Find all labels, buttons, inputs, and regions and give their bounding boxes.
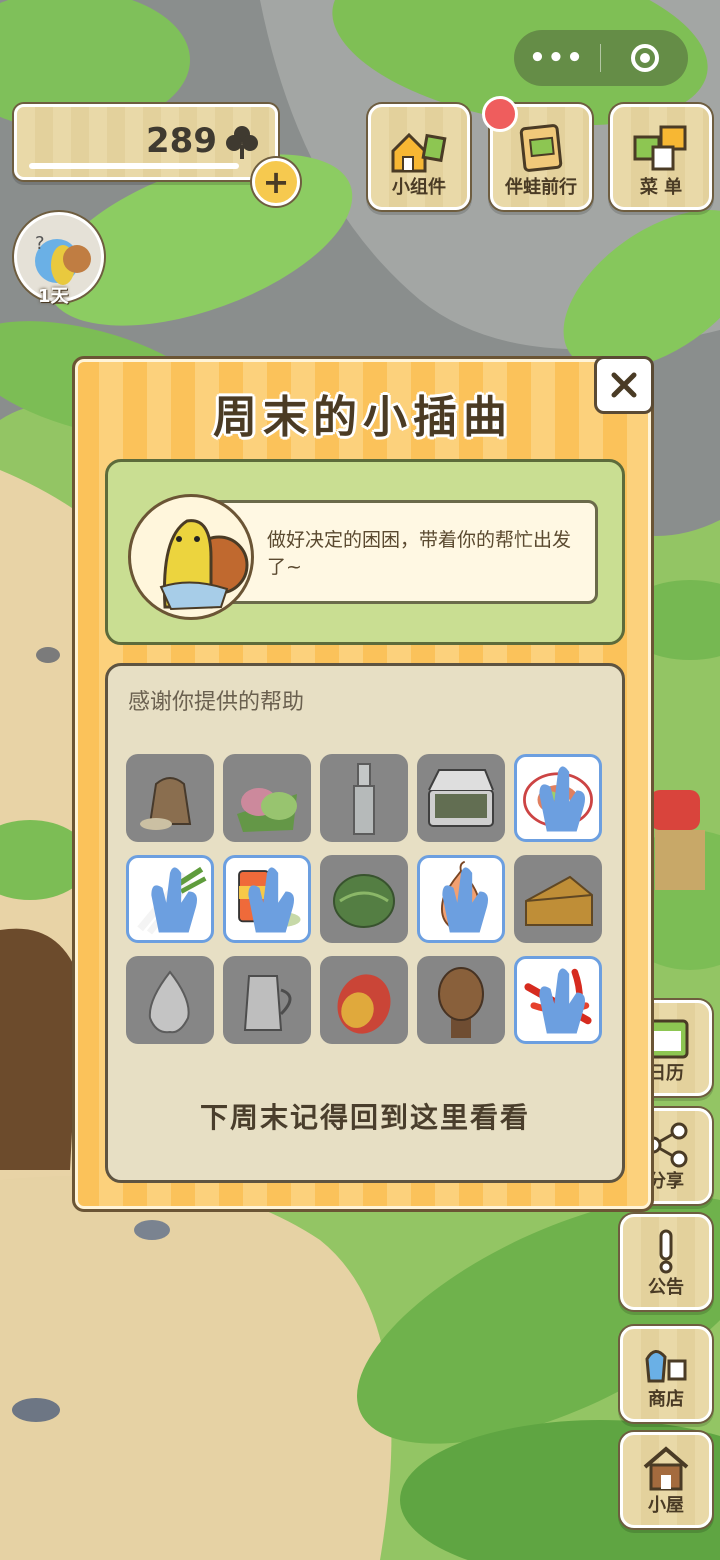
item-slot-mango — [320, 956, 408, 1044]
tap-hand-icon — [539, 766, 586, 832]
close-dialog-button[interactable] — [594, 356, 654, 414]
rice-sack-icon — [140, 777, 192, 830]
add-clover-button[interactable]: + — [252, 158, 300, 206]
item-slot-cabbage — [320, 855, 408, 943]
story-text: 做好决定的困困，带着你的帮忙出发了~ — [267, 529, 572, 578]
item-slot-cheese — [514, 855, 602, 943]
item-slot-rice-cake — [223, 754, 311, 842]
garlic-icon — [148, 970, 190, 1034]
milk-jug-icon — [243, 975, 292, 1031]
house-button[interactable]: 小屋 — [620, 1432, 712, 1528]
widget-button[interactable]: 小组件 — [368, 104, 470, 210]
item-slot-salad-plate[interactable] — [514, 754, 602, 842]
item-slot-glass-bottle — [320, 754, 408, 842]
mini-program-capsule: ••• — [514, 30, 688, 86]
cabbage-icon — [333, 874, 395, 928]
bento-box-icon — [428, 769, 494, 827]
plus-icon: + — [262, 163, 290, 201]
item-slot-chili-peppers[interactable] — [514, 956, 602, 1044]
close-program-button[interactable] — [602, 30, 688, 86]
close-icon — [611, 372, 637, 398]
item-slot-garlic — [126, 956, 214, 1044]
notification-dot — [482, 96, 518, 132]
clover-counter: 289 — [14, 104, 278, 180]
help-title: 感谢你提供的帮助 — [128, 690, 305, 715]
tap-hand-icon — [442, 867, 489, 933]
cheese-icon — [525, 875, 593, 926]
tap-hand-icon — [248, 867, 295, 933]
house-icon — [643, 1446, 689, 1491]
item-slot-green-onion[interactable] — [126, 855, 214, 943]
house-label: 小屋 — [648, 1495, 684, 1516]
journey-icon — [519, 124, 563, 172]
tap-hand-icon — [539, 968, 586, 1034]
frog-portrait — [128, 494, 254, 620]
target-icon — [631, 44, 659, 72]
more-options-button[interactable]: ••• — [514, 30, 600, 86]
clover-count: 289 — [146, 121, 217, 161]
pine-cone-icon — [438, 967, 484, 1038]
menu-label: 菜 单 — [639, 177, 683, 198]
weekend-episode-dialog: 周末的小插曲 做好决定的困困，带着你的帮忙出发了~ 感谢你提供的帮助 下周末记得… — [72, 356, 654, 1212]
dots-icon: ••• — [529, 43, 585, 73]
mango-icon — [337, 974, 391, 1034]
notice-label: 公告 — [648, 1277, 684, 1298]
footer-message: 下周末记得回到这里看看 — [199, 1101, 530, 1134]
days-label: 1天 — [38, 286, 69, 307]
shop-button[interactable]: 商店 — [620, 1326, 712, 1422]
rice-cake-icon — [237, 788, 297, 832]
notice-button[interactable]: 公告 — [620, 1214, 712, 1310]
story-panel: 做好决定的困困，带着你的帮忙出发了~ — [105, 459, 625, 645]
svg-text:?: ? — [35, 233, 45, 254]
item-slot-rice-sack — [126, 754, 214, 842]
menu-button[interactable]: 菜 单 — [610, 104, 712, 210]
item-slot-bento-box — [417, 754, 505, 842]
dialog-title: 周末的小插曲 — [213, 392, 513, 443]
glass-bottle-icon — [353, 763, 375, 835]
item-slot-onion[interactable] — [417, 855, 505, 943]
widget-icon — [391, 132, 447, 173]
item-slot-milk-jug — [223, 956, 311, 1044]
journey-label: 伴蛙前行 — [505, 177, 577, 198]
story-bubble: 做好决定的困困，带着你的帮忙出发了~ — [206, 500, 598, 604]
item-slot-spice-can[interactable] — [223, 855, 311, 943]
clover-icon — [223, 123, 261, 165]
widget-label: 小组件 — [392, 177, 446, 198]
shop-label: 商店 — [648, 1389, 684, 1410]
notice-icon — [659, 1229, 673, 1274]
frog-portrait-icon — [159, 519, 249, 611]
help-panel: 感谢你提供的帮助 下周末记得回到这里看看 — [105, 663, 625, 1183]
shop-icon — [645, 1350, 687, 1383]
item-slot-pine-cone — [417, 956, 505, 1044]
menu-cards-icon — [633, 125, 687, 171]
tap-hand-icon — [151, 867, 198, 933]
